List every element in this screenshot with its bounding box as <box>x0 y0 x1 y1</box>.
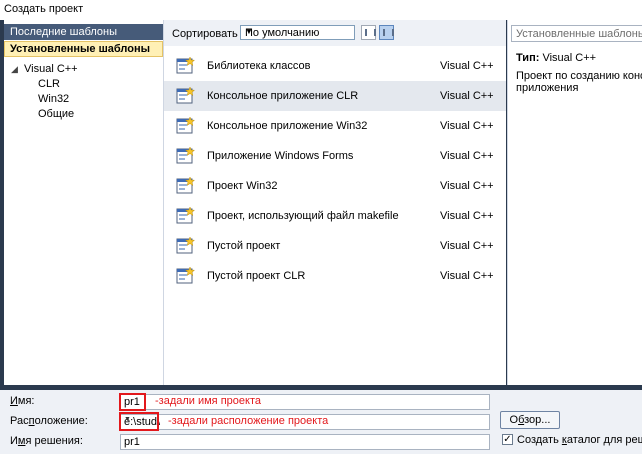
type-value: Visual C++ <box>542 52 597 64</box>
empty-clr-project-icon <box>176 266 196 286</box>
template-row[interactable]: Библиотека классов Visual C++ <box>164 51 506 81</box>
template-row[interactable]: Консольное приложение CLR Visual C++ <box>164 81 506 111</box>
location-annotation-box <box>119 412 159 431</box>
clr-console-icon <box>176 86 196 106</box>
template-row[interactable]: Пустой проект Visual C++ <box>164 231 506 261</box>
templates-pane: Сортировать по: По умолчанию ▼ Библиотек… <box>164 20 506 385</box>
dropdown-arrow-icon: ▼ <box>245 27 253 36</box>
location-label: Расположение: <box>10 415 88 427</box>
tree-item-visual-cpp[interactable]: ◢ Visual C++ <box>4 62 163 77</box>
template-search-input[interactable]: Установленные шаблоны: поиск <box>511 25 642 42</box>
project-name-label: Имя: <box>10 395 35 407</box>
tree-item-label: Visual C++ <box>24 63 78 75</box>
empty-project-icon <box>176 236 196 256</box>
window-titlebar: Создать проект <box>0 0 642 20</box>
windows-forms-icon <box>176 146 196 166</box>
recent-templates-header[interactable]: Последние шаблоны <box>4 24 163 40</box>
makefile-project-icon <box>176 206 196 226</box>
details-view-icon <box>383 29 394 36</box>
template-name: Библиотека классов <box>207 60 311 72</box>
browse-button[interactable]: Обзор... <box>500 411 560 429</box>
template-details-pane: Установленные шаблоны: поиск Тип: Visual… <box>507 20 642 385</box>
template-description: Проект по созданию консольного приложени… <box>516 70 642 94</box>
template-language: Visual C++ <box>440 180 494 192</box>
project-settings-form: Имя: pr1 -задали имя проекта Расположени… <box>0 390 642 454</box>
solution-name-label: Имя решения: <box>10 435 83 447</box>
search-placeholder: Установленные шаблоны: поиск <box>516 28 642 40</box>
template-row[interactable]: Проект Win32 Visual C++ <box>164 171 506 201</box>
template-list: Библиотека классов Visual C++ Консольное п… <box>164 51 506 291</box>
type-label: Тип: <box>516 52 540 64</box>
small-icons-view-button[interactable] <box>361 25 376 40</box>
installed-templates-label: Установленные шаблоны <box>10 43 150 55</box>
sort-toolbar: Сортировать по: По умолчанию ▼ <box>164 20 506 46</box>
solution-name-input[interactable]: pr1 <box>120 434 490 450</box>
win32-project-icon <box>176 176 196 196</box>
template-row[interactable]: Приложение Windows Forms Visual C++ <box>164 141 506 171</box>
template-language: Visual C++ <box>440 210 494 222</box>
template-name: Консольное приложение Win32 <box>207 120 368 132</box>
tree-item-label: CLR <box>38 78 61 90</box>
create-solution-dir-checkbox[interactable]: ✓ <box>502 434 513 445</box>
solution-name-value: pr1 <box>124 436 140 448</box>
template-name: Пустой проект CLR <box>207 270 306 282</box>
template-language: Visual C++ <box>440 60 494 72</box>
template-language: Visual C++ <box>440 240 494 252</box>
create-solution-dir-label: Создать каталог для решения <box>517 434 642 446</box>
list-view-icon <box>365 29 376 36</box>
installed-templates-header[interactable]: Установленные шаблоны <box>4 41 163 57</box>
tree-item-clr[interactable]: CLR <box>4 77 163 92</box>
template-row[interactable]: Проект, использующий файл makefile Visual… <box>164 201 506 231</box>
class-library-icon <box>176 56 196 76</box>
template-language: Visual C++ <box>440 150 494 162</box>
description-line: приложения <box>516 82 579 94</box>
template-type: Тип: Visual C++ <box>516 52 596 64</box>
tree-item-label: Общие <box>38 108 75 120</box>
template-language: Visual C++ <box>440 90 494 102</box>
template-language: Visual C++ <box>440 270 494 282</box>
location-annotation: -задали расположение проекта <box>168 415 329 427</box>
template-name: Пустой проект <box>207 240 281 252</box>
tree-item-label: Win32 <box>38 93 70 105</box>
description-line: Проект по созданию консольного <box>516 70 642 82</box>
name-annotation: -задали имя проекта <box>155 395 261 407</box>
recent-templates-label: Последние шаблоны <box>10 26 118 38</box>
template-categories-pane: Последние шаблоны Установленные шаблоны … <box>4 20 164 385</box>
template-name: Проект Win32 <box>207 180 278 192</box>
template-row[interactable]: Пустой проект CLR Visual C++ <box>164 261 506 291</box>
template-name: Консольное приложение CLR <box>207 90 359 102</box>
template-language: Visual C++ <box>440 120 494 132</box>
template-tree: ◢ Visual C++ CLR Win32 Общие <box>4 62 163 122</box>
template-row[interactable]: Консольное приложение Win32 Visual C++ <box>164 111 506 141</box>
win32-console-icon <box>176 116 196 136</box>
name-annotation-box <box>119 393 146 411</box>
tree-item-win32[interactable]: Win32 <box>4 92 163 107</box>
tree-item-general[interactable]: Общие <box>4 107 163 122</box>
template-name: Проект, использующий файл makefile <box>207 210 399 222</box>
sort-dropdown[interactable]: По умолчанию ▼ <box>240 25 355 40</box>
window-title: Создать проект <box>4 3 84 15</box>
template-name: Приложение Windows Forms <box>207 150 354 162</box>
expander-icon[interactable]: ◢ <box>11 64 18 75</box>
medium-icons-view-button[interactable] <box>379 25 394 40</box>
